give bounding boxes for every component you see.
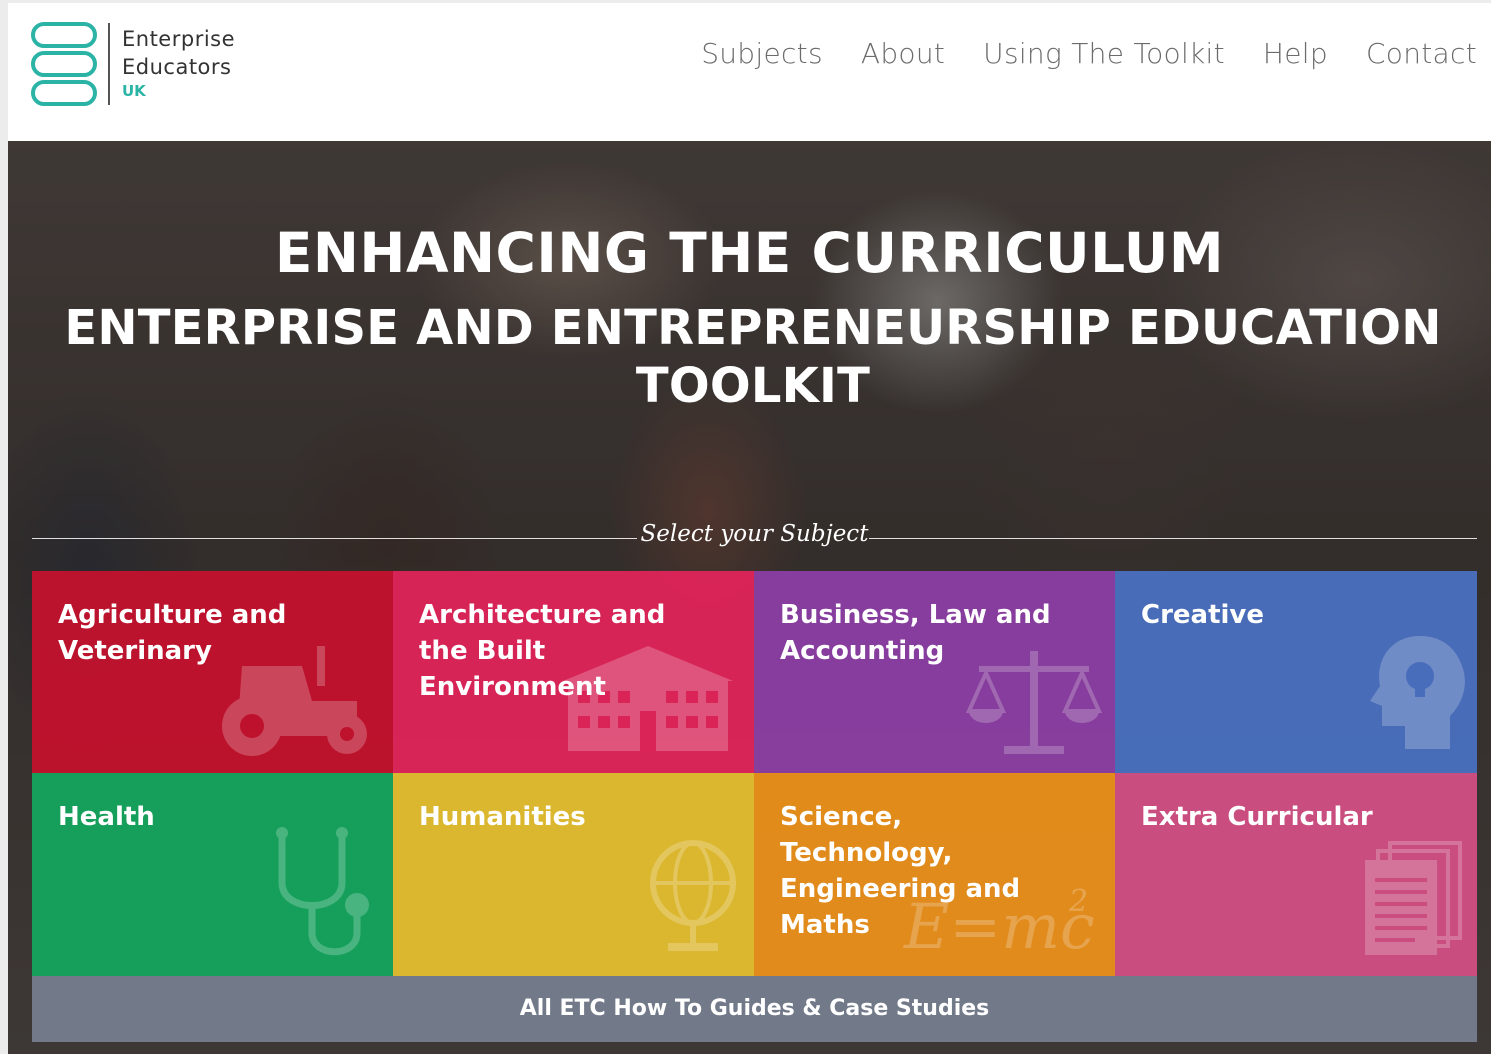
subject-tile-label: Creative: [1141, 600, 1265, 630]
select-subject-divider: Select your Subject: [32, 521, 1477, 557]
logo-line-3: UK: [122, 82, 146, 100]
subject-tile-agriculture[interactable]: Agriculture and Veterinary: [32, 571, 393, 773]
nav-using-the-toolkit[interactable]: Using The Toolkit: [983, 37, 1225, 70]
documents-icon: [1365, 841, 1462, 955]
subject-tile-label: Extra Curricular: [1141, 802, 1373, 832]
hero-title: ENHANCING THE CURRICULUM: [274, 221, 1225, 285]
globe-icon: [650, 840, 736, 951]
site-header: Enterprise Educators UK Subjects About U…: [8, 3, 1491, 141]
subject-tile-label: Science, Technology, Engineering and Mat…: [780, 802, 1021, 940]
hero-subtitle: ENTERPRISE AND ENTREPRENEURSHIP EDUCATIO…: [64, 300, 1442, 414]
subject-tile-creative[interactable]: Creative: [1115, 571, 1477, 773]
divider-line-right: [869, 538, 1477, 539]
logo-line-1: Enterprise: [122, 27, 236, 51]
nav-subjects[interactable]: Subjects: [701, 37, 823, 70]
subject-tile-label: Agriculture and Veterinary: [58, 600, 287, 666]
subject-tile-business[interactable]: Business, Law and Accounting: [754, 571, 1115, 773]
hero-section: ENHANCING THE CURRICULUM ENTERPRISE AND …: [8, 141, 1491, 1054]
site-logo[interactable]: Enterprise Educators UK: [30, 21, 260, 109]
nav-contact[interactable]: Contact: [1366, 37, 1477, 70]
nav-help[interactable]: Help: [1263, 37, 1328, 70]
logo-line-2: Educators: [122, 55, 232, 79]
select-subject-label: Select your Subject: [640, 521, 869, 547]
subject-tile-architecture[interactable]: Architecture and the Built Environment: [393, 571, 754, 773]
subject-tile-label: Health: [58, 802, 155, 832]
nav-about[interactable]: About: [861, 37, 945, 70]
subject-tile-stem[interactable]: Science, Technology, Engineering and Mat…: [754, 773, 1115, 976]
subject-grid: Agriculture and Veterinary Architecture …: [32, 571, 1477, 976]
head-lightbulb-icon: [1370, 636, 1465, 749]
logo-mark-icon: [31, 22, 97, 106]
subject-tile-label: Architecture and the Built Environment: [419, 600, 666, 702]
all-guides-button[interactable]: All ETC How To Guides & Case Studies: [32, 976, 1477, 1042]
subject-tile-label: Humanities: [419, 802, 586, 832]
main-nav: Subjects About Using The Toolkit Help Co…: [701, 37, 1477, 70]
logo-divider: [108, 23, 110, 105]
subject-tile-health[interactable]: Health: [32, 773, 393, 976]
logo-text: Enterprise Educators UK: [122, 25, 235, 101]
subject-tile-label: Business, Law and Accounting: [780, 600, 1051, 666]
subject-tile-extra-curricular[interactable]: Extra Curricular: [1115, 773, 1477, 976]
subject-tile-humanities[interactable]: Humanities: [393, 773, 754, 976]
page: Enterprise Educators UK Subjects About U…: [8, 3, 1491, 1054]
stethoscope-icon: [276, 827, 369, 956]
